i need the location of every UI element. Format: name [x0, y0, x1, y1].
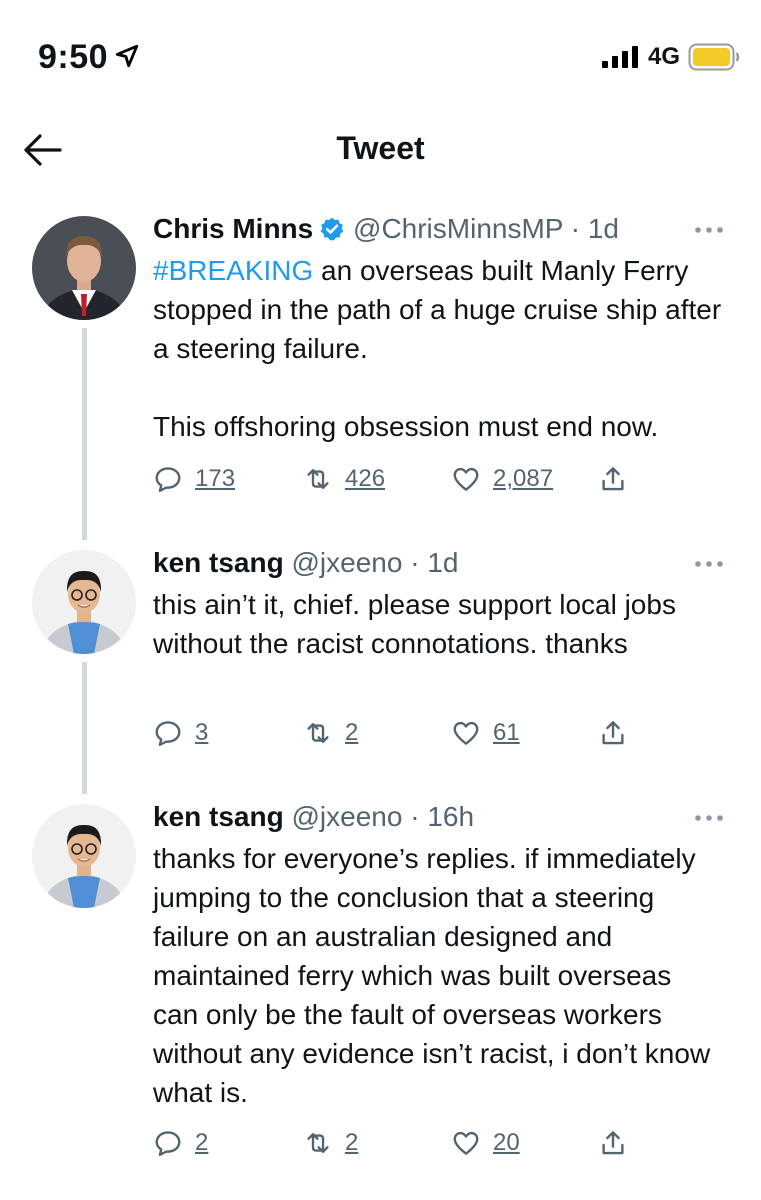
more-dots-icon[interactable]: [694, 559, 724, 569]
retweet-count: 426: [345, 465, 386, 492]
like-count: 20: [493, 1129, 520, 1156]
tweet-text-paragraph: This offshoring obsession must end now.: [153, 411, 659, 442]
tweet-header: Chris Minns @ChrisMinnsMP · 1d: [153, 212, 619, 246]
heart-icon: [453, 721, 479, 745]
retweet-button[interactable]: 426: [303, 464, 385, 494]
reply-button[interactable]: 2: [153, 1128, 208, 1158]
retweet-icon: [307, 1133, 329, 1153]
hashtag-link[interactable]: #BREAKING: [153, 255, 313, 286]
share-button[interactable]: [598, 1128, 628, 1158]
share-icon: [602, 1131, 624, 1155]
share-icon: [602, 467, 624, 491]
thread-line: [82, 328, 87, 540]
like-count: 2,087: [493, 465, 554, 492]
page-header: Tweet: [0, 110, 761, 190]
reply-count: 173: [195, 465, 236, 492]
tweet-time[interactable]: 1d: [588, 213, 619, 244]
retweet-icon: [307, 723, 329, 743]
location-arrow-icon: [115, 44, 139, 68]
like-button[interactable]: 2,087: [451, 464, 553, 494]
heart-icon: [453, 467, 479, 491]
verified-badge-icon: [320, 217, 344, 241]
more-dots-icon[interactable]: [694, 225, 724, 235]
tweet-text: thanks for everyone’s replies. if immedi…: [153, 843, 711, 1108]
tweet-text: #BREAKING an overseas built Manly Ferry …: [153, 251, 743, 446]
separator-dot: ·: [410, 547, 420, 578]
reply-button[interactable]: 3: [153, 718, 208, 748]
separator-dot: ·: [410, 801, 420, 832]
status-time: 9:50: [38, 38, 109, 76]
share-button[interactable]: [598, 718, 628, 748]
like-button[interactable]: 20: [451, 1128, 520, 1158]
heart-icon: [453, 1131, 479, 1155]
like-count: 61: [493, 719, 520, 746]
reply-icon: [155, 467, 181, 493]
share-button[interactable]: [598, 464, 628, 494]
like-button[interactable]: 61: [451, 718, 520, 748]
retweet-button[interactable]: 2: [303, 718, 358, 748]
tweet-text: this ain’t it, chief. please support loc…: [153, 589, 676, 659]
tweet[interactable]: ken tsang @jxeeno · 16h thanks for every…: [0, 794, 761, 1200]
retweet-count: 2: [345, 719, 359, 746]
tweet-header: ken tsang @jxeeno · 1d: [153, 546, 458, 580]
avatar[interactable]: [32, 550, 136, 654]
status-bar: 9:50 4G: [0, 0, 761, 100]
share-icon: [602, 721, 624, 745]
tweet[interactable]: Chris Minns @ChrisMinnsMP · 1d #BREAKING…: [0, 200, 761, 540]
avatar[interactable]: [32, 804, 136, 908]
retweet-count: 2: [345, 1129, 359, 1156]
retweet-icon: [307, 469, 329, 489]
author-name[interactable]: Chris Minns: [153, 213, 313, 244]
author-name[interactable]: ken tsang: [153, 801, 284, 832]
thread-line: [82, 662, 87, 794]
battery-icon: [688, 43, 740, 71]
page-title: Tweet: [336, 130, 425, 166]
author-handle[interactable]: @jxeeno: [291, 801, 402, 832]
avatar[interactable]: [32, 216, 136, 320]
signal-bars-icon: [602, 46, 638, 68]
separator-dot: ·: [570, 213, 581, 244]
network-type: 4G: [648, 43, 681, 70]
tweet-time[interactable]: 1d: [427, 547, 458, 578]
reply-count: 3: [195, 719, 209, 746]
author-handle[interactable]: @ChrisMinnsMP: [353, 213, 563, 244]
reply-count: 2: [195, 1129, 209, 1156]
author-handle[interactable]: @jxeeno: [291, 547, 402, 578]
reply-icon: [155, 1131, 181, 1157]
retweet-button[interactable]: 2: [303, 1128, 358, 1158]
reply-icon: [155, 721, 181, 747]
reply-button[interactable]: 173: [153, 464, 235, 494]
tweet-header: ken tsang @jxeeno · 16h: [153, 800, 474, 834]
tweet-time[interactable]: 16h: [427, 801, 474, 832]
author-name[interactable]: ken tsang: [153, 547, 284, 578]
more-dots-icon[interactable]: [694, 813, 724, 823]
tweet[interactable]: ken tsang @jxeeno · 1d this ain’t it, ch…: [0, 540, 761, 794]
